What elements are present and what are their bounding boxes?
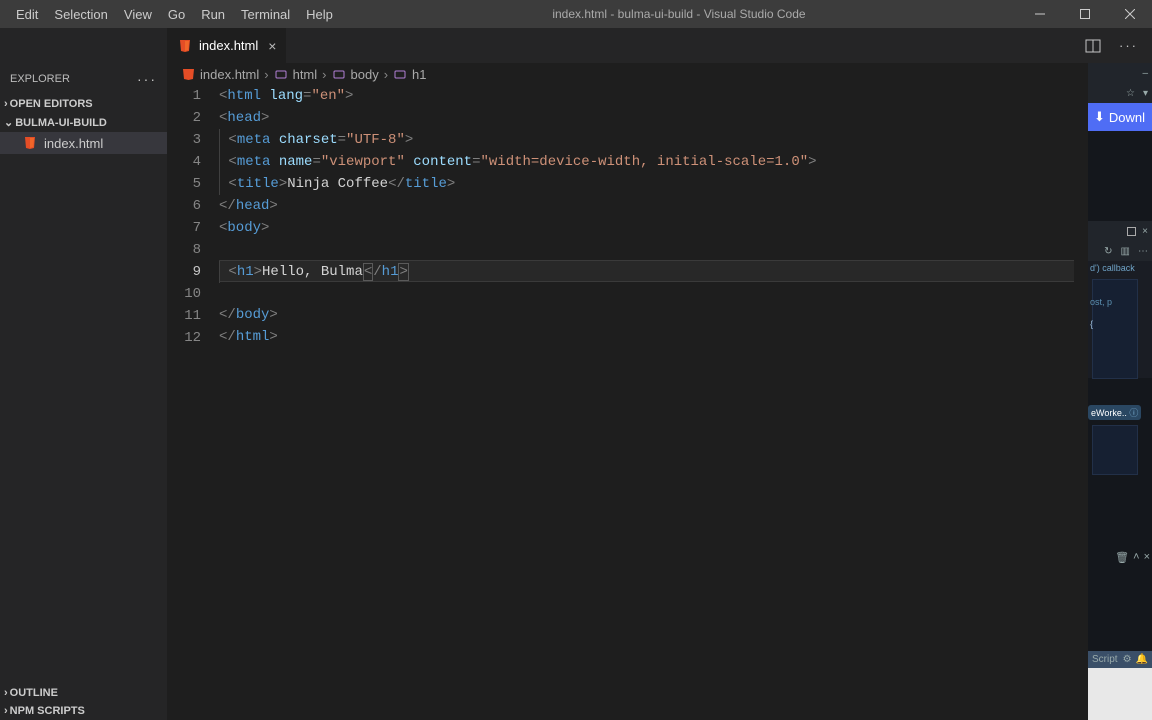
folder-header[interactable]: ⌄BULMA-UI-BUILD	[0, 113, 167, 132]
explorer-title: EXPLORER	[10, 73, 70, 85]
close-icon[interactable]: ×	[1142, 226, 1148, 237]
html-file-icon	[22, 135, 38, 151]
code-line[interactable]: <head>	[219, 107, 1074, 129]
maximize-icon[interactable]	[1127, 227, 1136, 236]
tab-label: index.html	[199, 38, 258, 53]
download-button[interactable]: ⬇ Downl	[1088, 103, 1152, 131]
code-line[interactable]	[219, 282, 1074, 304]
symbol-icon	[332, 67, 346, 81]
menu-edit[interactable]: Edit	[8, 3, 46, 26]
right-minimap: d') callback ost, p { eWorke.. ⓘ 🗑 ˄ ×	[1088, 261, 1152, 651]
minimize-button[interactable]	[1017, 0, 1062, 28]
editor-tabs: index.html × ···	[0, 28, 1152, 63]
open-editors-header[interactable]: ›OPEN EDITORS	[0, 95, 167, 113]
minimize-icon[interactable]: –	[1142, 68, 1148, 79]
right-background-window: – ☆ ▾ ⬇ Downl × ↻ ▥ ⋯ d') callback ost, …	[1088, 63, 1152, 720]
explorer-actions-icon[interactable]: ···	[137, 71, 157, 87]
code-line[interactable]: <title>Ninja Coffee</title>	[219, 173, 1074, 195]
code-hint: ost, p	[1090, 297, 1112, 307]
code-line[interactable]: </body>	[219, 304, 1074, 326]
footer-label: Script	[1092, 654, 1118, 665]
trash-icon[interactable]: 🗑	[1115, 551, 1129, 564]
file-index-html[interactable]: index.html	[0, 132, 167, 154]
minimize-icon	[1035, 9, 1045, 19]
right-browser-controls: ☆ ▾	[1088, 83, 1152, 103]
bookmark-icon[interactable]: ▾	[1143, 88, 1148, 99]
bell-icon[interactable]: 🔔	[1136, 654, 1148, 665]
right-footer-badge: Script ⚙ 🔔	[1088, 651, 1152, 668]
code-content[interactable]: <html lang="en"><head> <meta charset="UT…	[219, 85, 1074, 720]
code-line[interactable]: <meta charset="UTF-8">	[219, 129, 1074, 151]
menu-go[interactable]: Go	[160, 3, 193, 26]
menu-selection[interactable]: Selection	[46, 3, 115, 26]
menu-run[interactable]: Run	[193, 3, 233, 26]
chevron-right-icon: ›	[384, 67, 388, 82]
code-line[interactable]: <meta name="viewport" content="width=dev…	[219, 151, 1074, 173]
close-tab-icon[interactable]: ×	[268, 38, 276, 54]
html-file-icon	[177, 38, 193, 54]
code-line[interactable]: <body>	[219, 217, 1074, 239]
split-editor-icon[interactable]	[1081, 34, 1105, 58]
code-hint: d') callback	[1090, 263, 1135, 273]
window-controls	[1017, 0, 1152, 28]
code-line[interactable]: <html lang="en">	[219, 85, 1074, 107]
breadcrumb-body[interactable]: body	[351, 67, 379, 82]
breadcrumb-h1[interactable]: h1	[412, 67, 426, 82]
download-label: Downl	[1109, 110, 1145, 125]
symbol-icon	[274, 67, 288, 81]
right-devtools-tabs: ↻ ▥ ⋯	[1088, 241, 1152, 261]
file-label: index.html	[44, 136, 103, 151]
chevron-right-icon: ›	[322, 67, 326, 82]
symbol-icon	[393, 67, 407, 81]
window-title: index.html - bulma-ui-build - Visual Stu…	[341, 7, 1017, 21]
editor-more-icon[interactable]: ···	[1115, 34, 1142, 57]
close-icon	[1125, 9, 1135, 19]
download-icon: ⬇	[1094, 109, 1105, 125]
tab-index-html[interactable]: index.html ×	[167, 28, 287, 63]
menu-help[interactable]: Help	[298, 3, 341, 26]
html-file-icon	[181, 67, 195, 81]
code-line[interactable]: </html>	[219, 326, 1074, 348]
more-icon[interactable]: ⋯	[1138, 246, 1148, 257]
code-label: eWorke.. ⓘ	[1088, 405, 1141, 420]
npm-scripts-header[interactable]: ›NPM SCRIPTS	[0, 702, 167, 720]
explorer-header: EXPLORER ···	[0, 63, 167, 95]
breadcrumbs[interactable]: index.html › html › body › h1	[167, 63, 1088, 85]
close-button[interactable]	[1107, 0, 1152, 28]
app-menu: Edit Selection View Go Run Terminal Help	[8, 3, 341, 26]
columns-icon[interactable]: ▥	[1121, 246, 1130, 257]
code-editor[interactable]: 123456789101112 <html lang="en"><head> <…	[167, 85, 1088, 720]
code-line[interactable]	[219, 239, 1074, 261]
right-devtools-header: ×	[1088, 221, 1152, 241]
breadcrumb-file[interactable]: index.html	[200, 67, 259, 82]
menu-terminal[interactable]: Terminal	[233, 3, 298, 26]
right-window-titlebar: –	[1088, 63, 1152, 83]
code-hint: {	[1090, 319, 1093, 329]
star-icon[interactable]: ☆	[1126, 88, 1135, 99]
editor: index.html › html › body › h1 1234567891…	[167, 63, 1088, 720]
line-gutter: 123456789101112	[167, 85, 219, 720]
breadcrumb-html[interactable]: html	[293, 67, 318, 82]
chevron-right-icon: ›	[264, 67, 268, 82]
refresh-icon[interactable]: ↻	[1104, 246, 1112, 257]
menu-view[interactable]: View	[116, 3, 160, 26]
chevron-up-icon[interactable]: ˄	[1133, 551, 1139, 564]
gear-icon[interactable]: ⚙	[1123, 654, 1132, 665]
code-line[interactable]: </head>	[219, 195, 1074, 217]
scrollbar-vertical[interactable]	[1074, 85, 1088, 720]
explorer-sidebar: EXPLORER ··· ›OPEN EDITORS ⌄BULMA-UI-BUI…	[0, 63, 167, 720]
maximize-button[interactable]	[1062, 0, 1107, 28]
code-line[interactable]: <h1>Hello, Bulma</h1>	[219, 260, 1074, 282]
maximize-icon	[1080, 9, 1090, 19]
outline-header[interactable]: ›OUTLINE	[0, 684, 167, 702]
close-icon[interactable]: ×	[1144, 551, 1150, 564]
titlebar: Edit Selection View Go Run Terminal Help…	[0, 0, 1152, 28]
